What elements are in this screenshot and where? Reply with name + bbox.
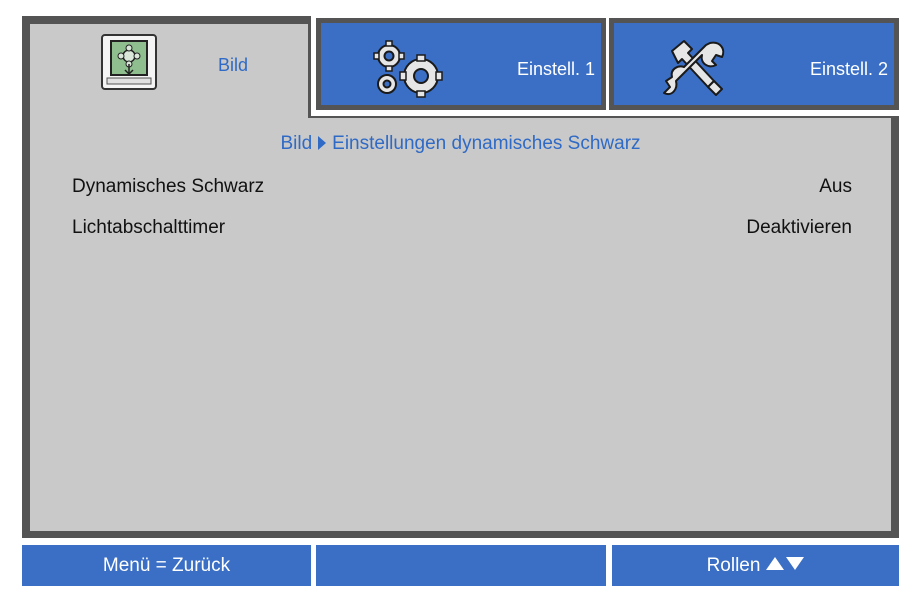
setting-row-dynamisches-schwarz[interactable]: Dynamisches Schwarz Aus — [72, 176, 852, 204]
arrow-down-icon — [786, 557, 805, 570]
breadcrumb-arrow-icon — [318, 136, 327, 150]
tools-icon — [663, 40, 725, 96]
breadcrumb-parent: Bild — [280, 133, 313, 154]
gears-icon — [373, 40, 443, 98]
tab-bild[interactable]: Bild — [30, 24, 308, 124]
tab-einstell-1-label: Einstell. 1 — [516, 59, 595, 79]
footer-middle — [316, 545, 606, 586]
setting-value[interactable]: Deaktivieren — [746, 217, 852, 239]
osd-menu: Bild Einstell. 1 Einstell. 2 Bild Einste… — [0, 0, 905, 599]
breadcrumb: Bild Einstellungen dynamisches Schwarz — [0, 133, 905, 155]
setting-label: Dynamisches Schwarz — [72, 176, 265, 197]
setting-value[interactable]: Aus — [819, 176, 852, 198]
footer-scroll-hint: Rollen — [612, 545, 899, 586]
arrow-up-icon — [766, 557, 785, 570]
setting-row-lichtabschalttimer[interactable]: Lichtabschalttimer Deaktivieren — [72, 217, 852, 245]
tab-einstell-2-label: Einstell. 2 — [809, 59, 888, 79]
footer-back-hint: Menü = Zurück — [22, 545, 311, 586]
footer-back-label: Menü = Zurück — [102, 555, 231, 576]
setting-label: Lichtabschalttimer — [72, 217, 226, 238]
tab-einstell-2-fill: Einstell. 2 — [614, 23, 894, 105]
breadcrumb-current: Einstellungen dynamisches Schwarz — [332, 133, 641, 154]
tab-einstell-1[interactable]: Einstell. 1 — [316, 18, 606, 110]
footer-scroll-label: Rollen — [706, 555, 761, 576]
tab-einstell-1-fill: Einstell. 1 — [321, 23, 601, 105]
tab-einstell-2[interactable]: Einstell. 2 — [609, 18, 899, 110]
tab-bild-label: Bild — [218, 55, 249, 75]
picture-icon — [101, 34, 157, 90]
